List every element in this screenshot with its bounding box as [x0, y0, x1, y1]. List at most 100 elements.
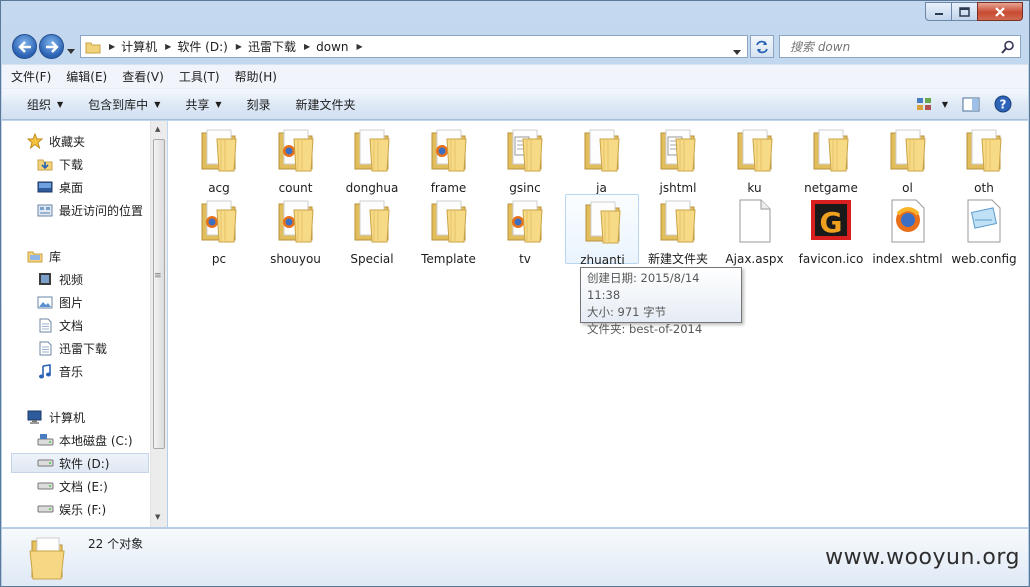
- file-item[interactable]: ja: [565, 123, 639, 195]
- file-item[interactable]: tv: [488, 194, 562, 266]
- file-name: index.shtml: [872, 252, 943, 266]
- file-tooltip: 创建日期: 2015/8/14 11:38 大小: 971 字节 文件夹: be…: [580, 267, 742, 336]
- firefox-file-icon: [888, 198, 928, 244]
- breadcrumb-computer[interactable]: 计算机: [121, 38, 157, 55]
- file-item[interactable]: netgame: [794, 123, 868, 195]
- help-button[interactable]: ?: [994, 95, 1012, 113]
- nav-videos[interactable]: 视频: [36, 269, 150, 289]
- chevron-down-icon: ▼: [57, 99, 64, 109]
- scroll-up-icon[interactable]: ▲: [155, 125, 160, 133]
- folder-icon: [276, 127, 316, 173]
- breadcrumb-xunlei[interactable]: 迅雷下载: [248, 38, 296, 55]
- menu-bar: 文件(F) 编辑(E) 查看(V) 工具(T) 帮助(H): [2, 64, 1028, 88]
- nav-documents[interactable]: 文档: [36, 315, 150, 335]
- nav-libraries[interactable]: 库: [26, 246, 150, 266]
- explorer-window: ▶ 计算机 ▶ 软件 (D:) ▶ 迅雷下载 ▶ down ▶ 文件(F) 编辑…: [0, 0, 1030, 587]
- file-item[interactable]: Special: [335, 194, 409, 266]
- menu-view[interactable]: 查看(V): [122, 68, 164, 85]
- file-item[interactable]: ol: [871, 123, 945, 195]
- file-item[interactable]: ku: [718, 123, 792, 195]
- nav-drive-d[interactable]: 软件 (D:): [11, 453, 149, 473]
- chevron-down-icon: ▼: [215, 99, 222, 109]
- search-input[interactable]: [780, 36, 990, 57]
- share-button[interactable]: 共享 ▼: [185, 96, 221, 113]
- blank-file-icon: [735, 198, 775, 244]
- nav-pictures[interactable]: 图片: [36, 292, 150, 312]
- drive-icon: [36, 455, 54, 471]
- refresh-button[interactable]: [750, 35, 774, 58]
- burn-button[interactable]: 刻录: [247, 96, 271, 113]
- folder-icon: [658, 198, 698, 244]
- include-in-library-button[interactable]: 包含到库中 ▼: [88, 96, 160, 113]
- watermark: www.wooyun.org: [825, 545, 1020, 570]
- video-icon: [36, 271, 54, 287]
- search-icon[interactable]: [1001, 40, 1015, 54]
- file-item[interactable]: shouyou: [259, 194, 333, 266]
- folder-icon: [505, 127, 545, 173]
- maximize-button[interactable]: [951, 2, 978, 21]
- preview-pane-button[interactable]: [962, 97, 980, 112]
- nav-drive-f[interactable]: 娱乐 (F:): [36, 499, 150, 519]
- menu-help[interactable]: 帮助(H): [235, 68, 277, 85]
- file-item[interactable]: gsinc: [488, 123, 562, 195]
- file-item[interactable]: web.config: [947, 194, 1021, 266]
- address-bar[interactable]: ▶ 计算机 ▶ 软件 (D:) ▶ 迅雷下载 ▶ down ▶: [80, 35, 748, 58]
- file-item[interactable]: oth: [947, 123, 1021, 195]
- nav-label: 文档: [59, 318, 84, 333]
- file-item[interactable]: Ajax.aspx: [718, 194, 792, 266]
- file-item[interactable]: count: [259, 123, 333, 195]
- drive-icon: [36, 478, 54, 494]
- minimize-button[interactable]: [925, 2, 952, 21]
- nav-scrollbar[interactable]: ▲ ≡ ▼: [150, 121, 167, 527]
- file-item[interactable]: zhuanti: [564, 194, 639, 267]
- file-item[interactable]: Template: [412, 194, 486, 266]
- nav-favorites[interactable]: 收藏夹: [26, 131, 150, 151]
- menu-file[interactable]: 文件(F): [11, 68, 51, 85]
- address-history-dropdown[interactable]: [733, 44, 741, 58]
- share-label: 共享: [185, 97, 210, 112]
- favicon-icon: G: [811, 198, 851, 244]
- menu-tools[interactable]: 工具(T): [179, 68, 220, 85]
- nav-music[interactable]: 音乐: [36, 361, 150, 381]
- star-icon: [26, 133, 44, 149]
- nav-xunlei-downloads[interactable]: 迅雷下载: [36, 338, 150, 358]
- nav-drive-c[interactable]: 本地磁盘 (C:): [36, 430, 150, 450]
- folder-icon: [964, 127, 1004, 173]
- organize-button[interactable]: 组织 ▼: [27, 96, 63, 113]
- close-button[interactable]: [977, 2, 1023, 21]
- nav-drive-e[interactable]: 文档 (E:): [36, 476, 150, 496]
- arrow-left-icon: [17, 40, 31, 53]
- back-button[interactable]: [12, 34, 37, 59]
- nav-label: 音乐: [59, 364, 84, 379]
- nav-label: 库: [49, 249, 62, 264]
- nav-recent-places[interactable]: 最近访问的位置: [36, 200, 150, 220]
- new-folder-button[interactable]: 新建文件夹: [296, 96, 356, 113]
- scroll-down-icon[interactable]: ▼: [155, 513, 160, 521]
- file-item[interactable]: frame: [412, 123, 486, 195]
- folder-icon: [199, 127, 239, 173]
- breadcrumb-drive-d[interactable]: 软件 (D:): [177, 38, 227, 55]
- breadcrumb-down[interactable]: down: [316, 40, 348, 54]
- file-item[interactable]: pc: [182, 194, 256, 266]
- folder-icon: [735, 127, 775, 173]
- change-view-button[interactable]: ▼: [916, 97, 948, 111]
- file-item[interactable]: index.shtml: [871, 194, 945, 266]
- recent-pages-dropdown[interactable]: [67, 43, 75, 57]
- nav-desktop[interactable]: 桌面: [36, 177, 150, 197]
- file-item[interactable]: 新建文件夹: [641, 194, 715, 266]
- breadcrumb-arrow-icon: ▶: [235, 42, 242, 51]
- nav-computer[interactable]: 计算机: [26, 407, 150, 427]
- folder-icon: [429, 127, 469, 173]
- folder-icon: [811, 127, 851, 173]
- scrollbar-thumb[interactable]: [153, 139, 165, 449]
- chevron-down-icon: ▼: [941, 99, 948, 109]
- file-item[interactable]: Gfavicon.ico: [794, 194, 868, 266]
- file-item[interactable]: acg: [182, 123, 256, 195]
- downloads-folder-icon: [36, 156, 54, 172]
- file-item[interactable]: jshtml: [641, 123, 715, 195]
- file-item[interactable]: donghua: [335, 123, 409, 195]
- forward-button[interactable]: [39, 34, 64, 59]
- nav-label: 最近访问的位置: [59, 203, 144, 218]
- nav-downloads[interactable]: 下载: [36, 154, 150, 174]
- menu-edit[interactable]: 编辑(E): [66, 68, 107, 85]
